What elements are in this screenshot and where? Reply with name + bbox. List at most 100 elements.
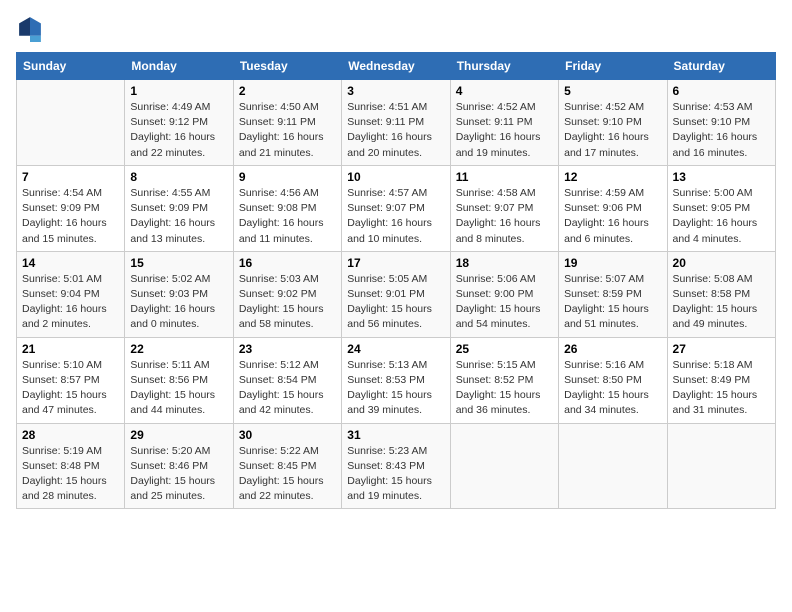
calendar-cell: 13 Sunrise: 5:00 AM Sunset: 9:05 PM Dayli… (667, 165, 775, 251)
day-info: Sunrise: 4:52 AM Sunset: 9:10 PM Dayligh… (564, 100, 661, 161)
day-number: 12 (564, 170, 661, 184)
day-info: Sunrise: 4:56 AM Sunset: 9:08 PM Dayligh… (239, 186, 336, 247)
day-info: Sunrise: 5:13 AM Sunset: 8:53 PM Dayligh… (347, 358, 444, 419)
page-header (16, 16, 776, 44)
day-number: 1 (130, 84, 227, 98)
day-number: 30 (239, 428, 336, 442)
calendar-cell: 20 Sunrise: 5:08 AM Sunset: 8:58 PM Dayli… (667, 251, 775, 337)
day-info: Sunrise: 5:20 AM Sunset: 8:46 PM Dayligh… (130, 444, 227, 505)
calendar-cell: 18 Sunrise: 5:06 AM Sunset: 9:00 PM Dayli… (450, 251, 558, 337)
day-number: 5 (564, 84, 661, 98)
logo-icon (16, 14, 44, 42)
day-of-week-header: Saturday (667, 53, 775, 80)
calendar-cell: 16 Sunrise: 5:03 AM Sunset: 9:02 PM Dayli… (233, 251, 341, 337)
calendar-cell: 1 Sunrise: 4:49 AM Sunset: 9:12 PM Daylig… (125, 80, 233, 166)
day-number: 24 (347, 342, 444, 356)
calendar-cell: 3Sunrise: 4:51 AM Sunset: 9:11 PM Daylig… (342, 80, 450, 166)
day-info: Sunrise: 4:50 AM Sunset: 9:11 PM Dayligh… (239, 100, 336, 161)
calendar-cell: 5 Sunrise: 4:52 AM Sunset: 9:10 PM Daylig… (559, 80, 667, 166)
day-info: Sunrise: 5:22 AM Sunset: 8:45 PM Dayligh… (239, 444, 336, 505)
calendar-cell: 7 Sunrise: 4:54 AM Sunset: 9:09 PM Daylig… (17, 165, 125, 251)
day-of-week-header: Wednesday (342, 53, 450, 80)
day-of-week-header: Friday (559, 53, 667, 80)
day-number: 4 (456, 84, 553, 98)
day-number: 28 (22, 428, 119, 442)
calendar-cell: 27 Sunrise: 5:18 AM Sunset: 8:49 PM Dayli… (667, 337, 775, 423)
calendar-week-row: 1 Sunrise: 4:49 AM Sunset: 9:12 PM Daylig… (17, 80, 776, 166)
day-info: Sunrise: 4:52 AM Sunset: 9:11 PM Dayligh… (456, 100, 553, 161)
day-number: 11 (456, 170, 553, 184)
day-info: Sunrise: 5:05 AM Sunset: 9:01 PM Dayligh… (347, 272, 444, 333)
day-info: Sunrise: 5:10 AM Sunset: 8:57 PM Dayligh… (22, 358, 119, 419)
day-info: Sunrise: 4:49 AM Sunset: 9:12 PM Dayligh… (130, 100, 227, 161)
calendar-week-row: 7 Sunrise: 4:54 AM Sunset: 9:09 PM Daylig… (17, 165, 776, 251)
calendar-cell: 26 Sunrise: 5:16 AM Sunset: 8:50 PM Dayli… (559, 337, 667, 423)
calendar-cell: 15 Sunrise: 5:02 AM Sunset: 9:03 PM Dayli… (125, 251, 233, 337)
day-info: Sunrise: 5:18 AM Sunset: 8:49 PM Dayligh… (673, 358, 770, 419)
calendar-cell: 19 Sunrise: 5:07 AM Sunset: 8:59 PM Dayli… (559, 251, 667, 337)
calendar-cell: 12 Sunrise: 4:59 AM Sunset: 9:06 PM Dayli… (559, 165, 667, 251)
day-info: Sunrise: 5:00 AM Sunset: 9:05 PM Dayligh… (673, 186, 770, 247)
calendar-cell: 25Sunrise: 5:15 AM Sunset: 8:52 PM Dayli… (450, 337, 558, 423)
day-number: 6 (673, 84, 770, 98)
calendar-table: SundayMondayTuesdayWednesdayThursdayFrid… (16, 52, 776, 509)
day-number: 13 (673, 170, 770, 184)
calendar-cell (667, 423, 775, 509)
day-info: Sunrise: 5:08 AM Sunset: 8:58 PM Dayligh… (673, 272, 770, 333)
day-info: Sunrise: 4:55 AM Sunset: 9:09 PM Dayligh… (130, 186, 227, 247)
day-number: 21 (22, 342, 119, 356)
calendar-header-row: SundayMondayTuesdayWednesdayThursdayFrid… (17, 53, 776, 80)
day-info: Sunrise: 5:06 AM Sunset: 9:00 PM Dayligh… (456, 272, 553, 333)
day-of-week-header: Monday (125, 53, 233, 80)
day-number: 7 (22, 170, 119, 184)
day-number: 17 (347, 256, 444, 270)
calendar-cell: 4 Sunrise: 4:52 AM Sunset: 9:11 PM Daylig… (450, 80, 558, 166)
day-of-week-header: Sunday (17, 53, 125, 80)
day-info: Sunrise: 4:59 AM Sunset: 9:06 PM Dayligh… (564, 186, 661, 247)
day-of-week-header: Thursday (450, 53, 558, 80)
day-info: Sunrise: 5:11 AM Sunset: 8:56 PM Dayligh… (130, 358, 227, 419)
calendar-cell: 29 Sunrise: 5:20 AM Sunset: 8:46 PM Dayli… (125, 423, 233, 509)
day-number: 29 (130, 428, 227, 442)
day-info: Sunrise: 5:16 AM Sunset: 8:50 PM Dayligh… (564, 358, 661, 419)
day-number: 16 (239, 256, 336, 270)
calendar-week-row: 28 Sunrise: 5:19 AM Sunset: 8:48 PM Dayli… (17, 423, 776, 509)
day-number: 26 (564, 342, 661, 356)
day-info: Sunrise: 4:57 AM Sunset: 9:07 PM Dayligh… (347, 186, 444, 247)
calendar-cell: 14Sunrise: 5:01 AM Sunset: 9:04 PM Dayli… (17, 251, 125, 337)
calendar-cell: 24 Sunrise: 5:13 AM Sunset: 8:53 PM Dayli… (342, 337, 450, 423)
day-info: Sunrise: 5:02 AM Sunset: 9:03 PM Dayligh… (130, 272, 227, 333)
calendar-cell (450, 423, 558, 509)
day-number: 10 (347, 170, 444, 184)
day-number: 2 (239, 84, 336, 98)
day-info: Sunrise: 4:54 AM Sunset: 9:09 PM Dayligh… (22, 186, 119, 247)
calendar-week-row: 14Sunrise: 5:01 AM Sunset: 9:04 PM Dayli… (17, 251, 776, 337)
day-info: Sunrise: 5:19 AM Sunset: 8:48 PM Dayligh… (22, 444, 119, 505)
calendar-cell: 2 Sunrise: 4:50 AM Sunset: 9:11 PM Daylig… (233, 80, 341, 166)
day-number: 22 (130, 342, 227, 356)
day-number: 14 (22, 256, 119, 270)
day-info: Sunrise: 5:07 AM Sunset: 8:59 PM Dayligh… (564, 272, 661, 333)
calendar-cell: 28 Sunrise: 5:19 AM Sunset: 8:48 PM Dayli… (17, 423, 125, 509)
day-number: 9 (239, 170, 336, 184)
calendar-cell: 9 Sunrise: 4:56 AM Sunset: 9:08 PM Daylig… (233, 165, 341, 251)
day-number: 18 (456, 256, 553, 270)
calendar-cell: 23Sunrise: 5:12 AM Sunset: 8:54 PM Dayli… (233, 337, 341, 423)
calendar-cell: 6 Sunrise: 4:53 AM Sunset: 9:10 PM Daylig… (667, 80, 775, 166)
calendar-cell: 21 Sunrise: 5:10 AM Sunset: 8:57 PM Dayli… (17, 337, 125, 423)
calendar-cell: 17 Sunrise: 5:05 AM Sunset: 9:01 PM Dayli… (342, 251, 450, 337)
day-info: Sunrise: 4:53 AM Sunset: 9:10 PM Dayligh… (673, 100, 770, 161)
day-info: Sunrise: 5:15 AM Sunset: 8:52 PM Dayligh… (456, 358, 553, 419)
day-info: Sunrise: 5:03 AM Sunset: 9:02 PM Dayligh… (239, 272, 336, 333)
calendar-cell: 10 Sunrise: 4:57 AM Sunset: 9:07 PM Dayli… (342, 165, 450, 251)
day-number: 8 (130, 170, 227, 184)
day-number: 15 (130, 256, 227, 270)
calendar-cell (17, 80, 125, 166)
calendar-cell: 8 Sunrise: 4:55 AM Sunset: 9:09 PM Daylig… (125, 165, 233, 251)
day-number: 20 (673, 256, 770, 270)
day-number: 23 (239, 342, 336, 356)
day-number: 19 (564, 256, 661, 270)
calendar-cell: 31Sunrise: 5:23 AM Sunset: 8:43 PM Dayli… (342, 423, 450, 509)
day-number: 27 (673, 342, 770, 356)
calendar-cell: 22 Sunrise: 5:11 AM Sunset: 8:56 PM Dayli… (125, 337, 233, 423)
